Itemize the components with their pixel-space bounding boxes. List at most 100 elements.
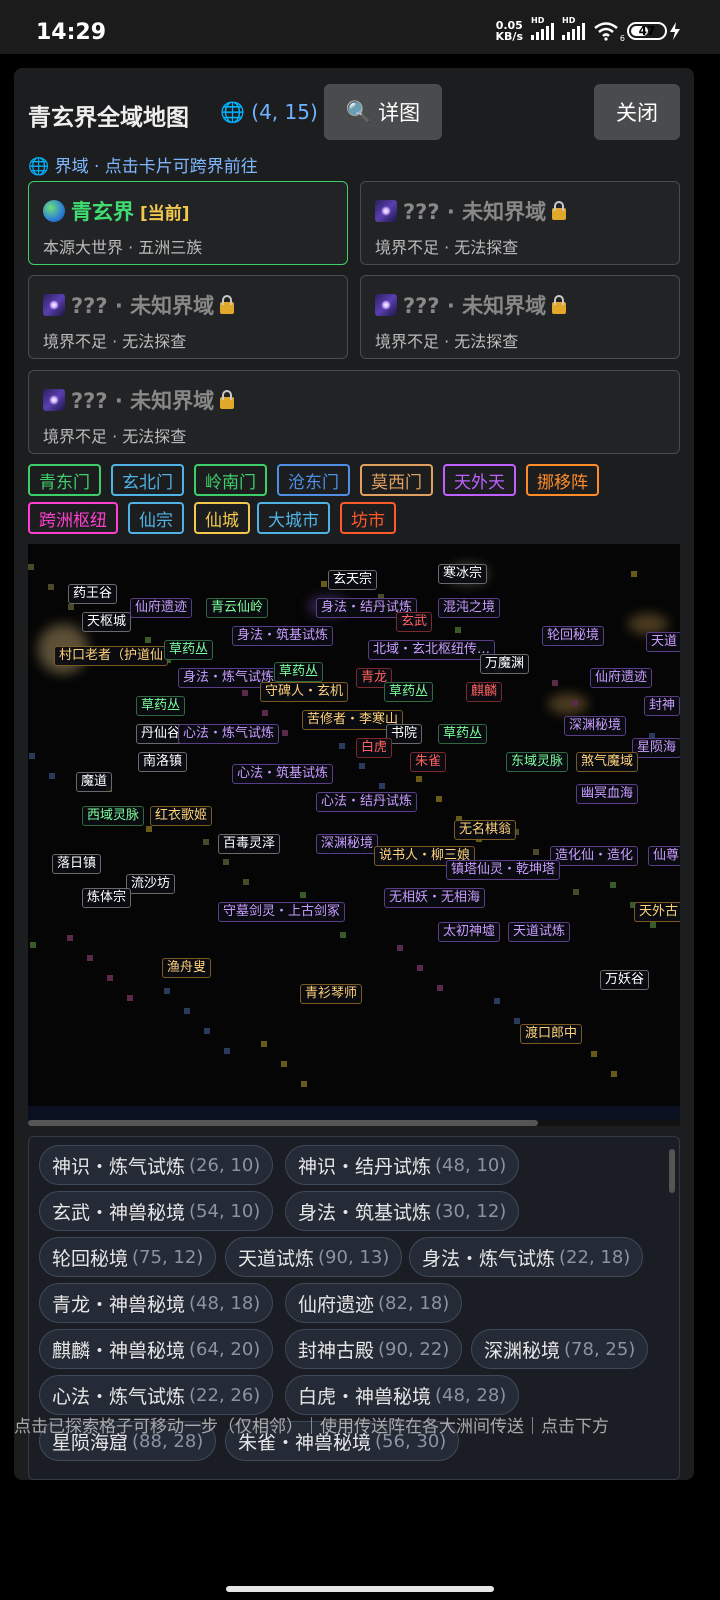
realm-card-locked[interactable]: ??? · 未知界域 境界不足 · 无法探查 [28,370,680,454]
map-location[interactable]: 造化仙・造化 [550,846,639,866]
signal-icon: HD [531,16,554,40]
trial-pill[interactable]: 玄武・神兽秘境 (54, 10) [39,1191,274,1231]
trial-pill[interactable]: 神识・炼气试炼 (26, 10) [39,1145,274,1185]
realm-card-locked[interactable]: ??? · 未知界域 境界不足 · 无法探查 [360,181,680,265]
map-location[interactable]: 流沙坊 [126,874,176,894]
map-location[interactable]: 西域灵脉 [82,806,145,826]
map-location[interactable]: 天道试炼 [508,922,571,942]
map-location[interactable]: 万妖谷 [600,970,650,990]
map-location[interactable]: 麒麟 [466,682,503,702]
filter-chip[interactable]: 坊市 [340,502,396,534]
map-location[interactable]: 青衫琴师 [300,984,363,1004]
map-location[interactable]: 草药丛 [136,696,186,716]
clock: 14:29 [36,20,107,45]
filter-chip[interactable]: 玄北门 [111,464,184,496]
home-indicator[interactable] [226,1586,494,1592]
map-location[interactable]: 渡口郎中 [520,1024,583,1044]
map-location[interactable]: 太初神墟 [438,922,501,942]
map-location[interactable]: 混沌之境 [438,598,501,618]
filter-chip[interactable]: 岭南门 [194,464,267,496]
map-location[interactable]: 魔道 [76,772,113,792]
map-location[interactable]: 煞气魔域 [576,752,639,772]
map-location[interactable]: 南洛镇 [138,752,188,772]
filter-chip[interactable]: 挪移阵 [526,464,599,496]
map-location[interactable]: 天枢城 [82,612,132,632]
map-location[interactable]: 镇塔仙灵・乾坤塔 [446,860,561,880]
trial-pill[interactable]: 心法・炼气试炼 (22, 26) [39,1375,274,1415]
map-location[interactable]: 轮回秘境 [542,626,605,646]
map-location[interactable]: 仙府遗迹 [130,598,193,618]
map-location[interactable]: 仙尊 [648,846,680,866]
filter-chip[interactable]: 大城市 [257,502,330,534]
realm-hint: 🌐 界域 · 点击卡片可跨界前往 [28,157,258,177]
network-speed: 0.05 KB/s [495,19,523,43]
trial-pill[interactable]: 深渊秘境 (78, 25) [471,1329,649,1369]
realm-card-current[interactable]: 青玄界 [当前] 本源大世界 · 五洲三族 [28,181,348,265]
map-location[interactable]: 天外古 [634,902,680,922]
map-location[interactable]: 白虎 [356,738,393,758]
map-location[interactable]: 朱雀 [410,752,447,772]
filter-chip[interactable]: 沧东门 [277,464,350,496]
trial-pill[interactable]: 身法・筑基试炼 (30, 12) [285,1191,520,1231]
map-location[interactable]: 草药丛 [384,682,434,702]
map-location[interactable]: 守墓剑灵・上古剑冢 [218,902,346,922]
map-location[interactable]: 青云仙岭 [206,598,269,618]
map-location[interactable]: 星陨海 [632,738,680,758]
map-location[interactable]: 心法・炼气试炼 [178,724,280,744]
filter-chip[interactable]: 莫西门 [360,464,433,496]
map-location[interactable]: 寒冰宗 [438,564,488,584]
map-location[interactable]: 深渊秘境 [564,716,627,736]
map-location[interactable]: 药王谷 [68,584,118,604]
map-location[interactable]: 封神 [644,696,680,716]
map-location[interactable]: 深渊秘境 [316,834,379,854]
map-location[interactable]: 北域・玄北枢纽传… [368,640,496,660]
realm-card-locked[interactable]: ??? · 未知界域 境界不足 · 无法探查 [28,275,348,359]
filter-chip[interactable]: 天外天 [443,464,516,496]
trial-pill[interactable]: 轮回秘境 (75, 12) [39,1237,217,1277]
map-location[interactable]: 身法・筑基试炼 [232,626,334,646]
galaxy-icon [43,389,65,411]
map-location[interactable]: 仙府遗迹 [590,668,653,688]
map-location[interactable]: 渔舟叟 [162,958,212,978]
detail-map-button[interactable]: 🔍 详图 [324,84,442,140]
map-location[interactable]: 幽冥血海 [576,784,639,804]
map-location[interactable]: 心法・结丹试炼 [316,792,418,812]
trial-pill[interactable]: 仙府遗迹 (82, 18) [285,1283,463,1323]
world-map-panel: 青玄界全域地图 🌐 (4, 15) 🔍 详图 关闭 🌐 界域 · 点击卡片可跨界… [14,68,694,1480]
map-location[interactable]: 守碑人・玄机 [260,682,349,702]
filter-chip[interactable]: 青东门 [28,464,101,496]
map-horizontal-scrollbar[interactable] [28,1120,680,1126]
filter-chip[interactable]: 仙城 [194,502,250,534]
trial-pill[interactable]: 白虎・神兽秘境 (48, 28) [285,1375,520,1415]
map-location[interactable]: 村口老者（护道仙 [54,646,169,666]
trial-pill[interactable]: 天道试炼 (90, 13) [225,1237,403,1277]
map-location[interactable]: 东域灵脉 [506,752,569,772]
map-location[interactable]: 无相妖・无相海 [384,888,486,908]
map-location[interactable]: 天道 [646,632,680,652]
filter-chip[interactable]: 跨洲枢纽 [28,502,118,534]
trial-pill[interactable]: 麒麟・神兽秘境 (64, 20) [39,1329,274,1369]
filter-chip[interactable]: 仙宗 [128,502,184,534]
map-location[interactable]: 玄天宗 [328,570,378,590]
trial-pill[interactable]: 身法・炼气试炼 (22, 18) [409,1237,644,1277]
trial-pill[interactable]: 青龙・神兽秘境 (48, 18) [39,1283,274,1323]
map-location[interactable]: 万魔渊 [480,654,530,674]
map-location[interactable]: 玄武 [396,612,433,632]
globe-icon: 🌐 [220,100,245,124]
world-map-canvas[interactable]: 药王谷 天枢城 村口老者（护道仙 仙府遗迹 青云仙岭 玄天宗 寒冰宗 身法・结丹试炼 混沌之境玄… [28,544,680,1120]
trial-pill[interactable]: 封神古殿 (90, 22) [285,1329,463,1369]
trial-pill[interactable]: 神识・结丹试炼 (48, 10) [285,1145,520,1185]
close-button[interactable]: 关闭 [594,84,680,140]
trial-list-scrollbar[interactable] [669,1149,675,1193]
realm-card-locked[interactable]: ??? · 未知界域 境界不足 · 无法探查 [360,275,680,359]
map-location[interactable]: 草药丛 [164,640,214,660]
map-location[interactable]: 心法・筑基试炼 [232,764,334,784]
map-location[interactable]: 炼体宗 [82,888,132,908]
map-location[interactable]: 红衣歌姬 [150,806,213,826]
map-location[interactable]: 百毒灵泽 [218,834,281,854]
charging-icon [670,22,680,40]
map-location[interactable]: 草药丛 [438,724,488,744]
map-location[interactable]: 落日镇 [52,854,102,874]
map-location[interactable]: 草药丛 [274,662,324,682]
map-location[interactable]: 无名棋翁 [454,820,517,840]
